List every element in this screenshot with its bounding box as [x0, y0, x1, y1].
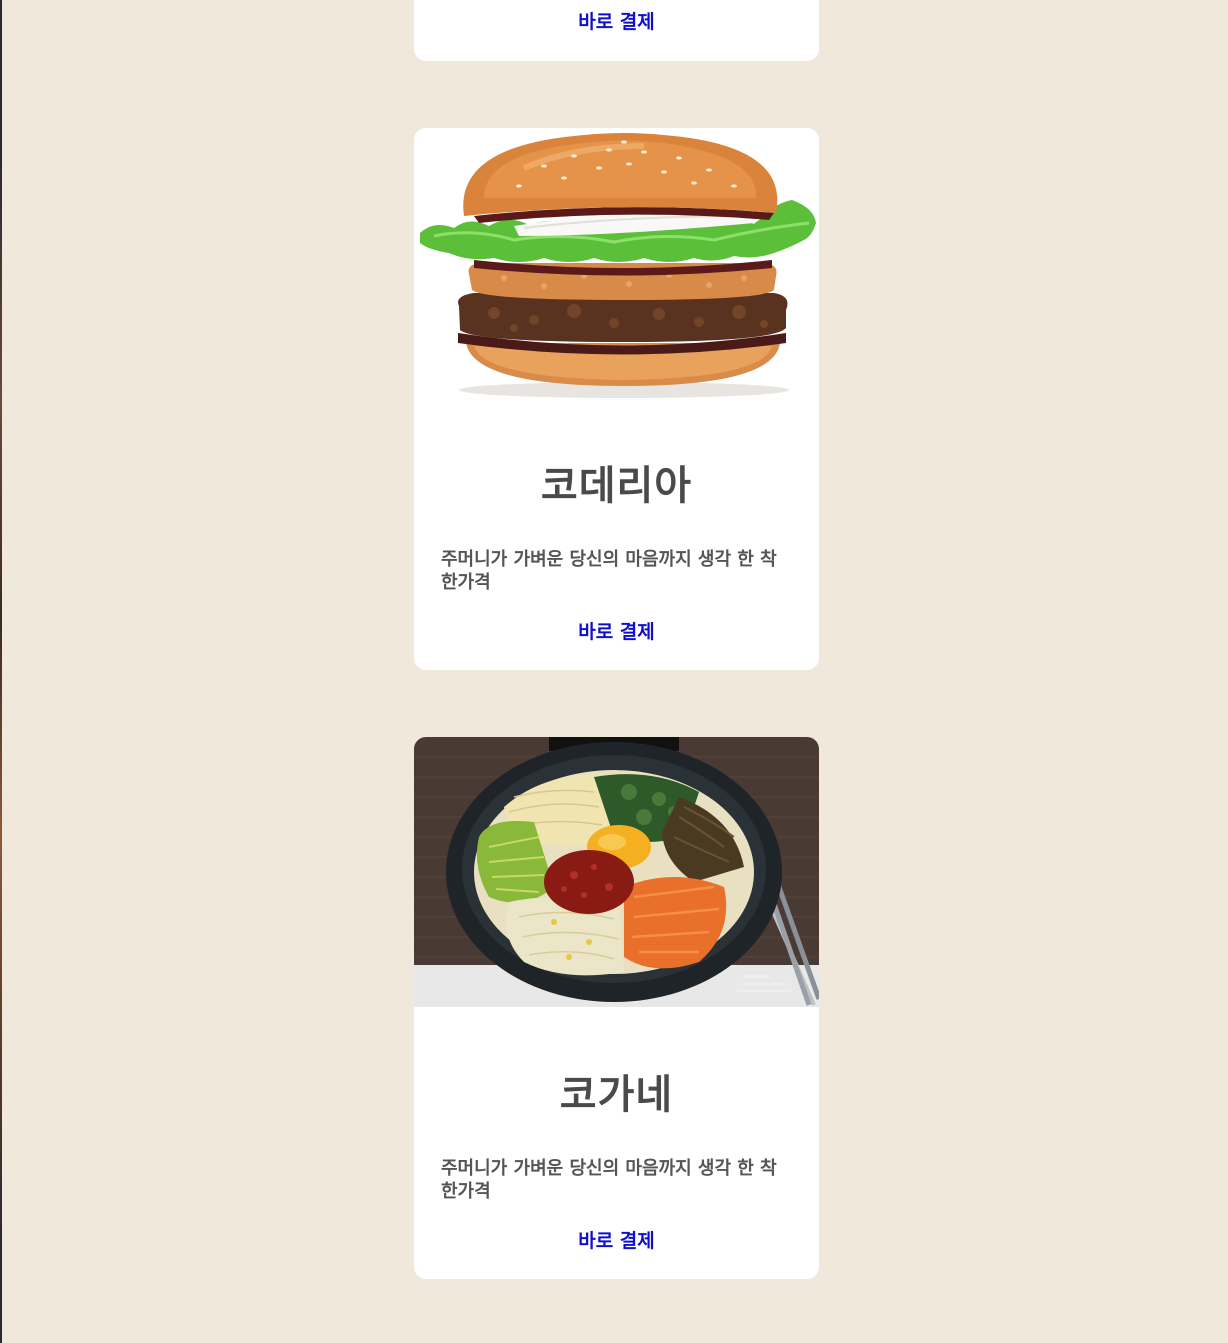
pay-now-link[interactable]: 바로 결제 — [414, 1226, 819, 1253]
menu-card-bibimbap: 코가네 주머니가 가벼운 당신의 마음까지 생각 한 착한가격 바로 결제 — [414, 737, 819, 1279]
left-edge-strip — [0, 0, 2, 1343]
burger-image — [414, 128, 819, 398]
bibimbap-image — [414, 737, 819, 1007]
pay-now-link[interactable]: 바로 결제 — [414, 7, 819, 34]
restaurant-title: 코가네 — [559, 1072, 674, 1118]
menu-card-burger: 코데리아 주머니가 가벼운 당신의 마음까지 생각 한 착한가격 바로 결제 — [414, 128, 819, 670]
restaurant-title: 코데리아 — [540, 463, 693, 509]
restaurant-description: 주머니가 가벼운 당신의 마음까지 생각 한 착한가격 — [441, 549, 777, 593]
restaurant-description: 주머니가 가벼운 당신의 마음까지 생각 한 착한가격 — [441, 1158, 777, 1202]
pay-now-link[interactable]: 바로 결제 — [414, 617, 819, 644]
menu-card-partial: 바로 결제 — [414, 0, 819, 61]
